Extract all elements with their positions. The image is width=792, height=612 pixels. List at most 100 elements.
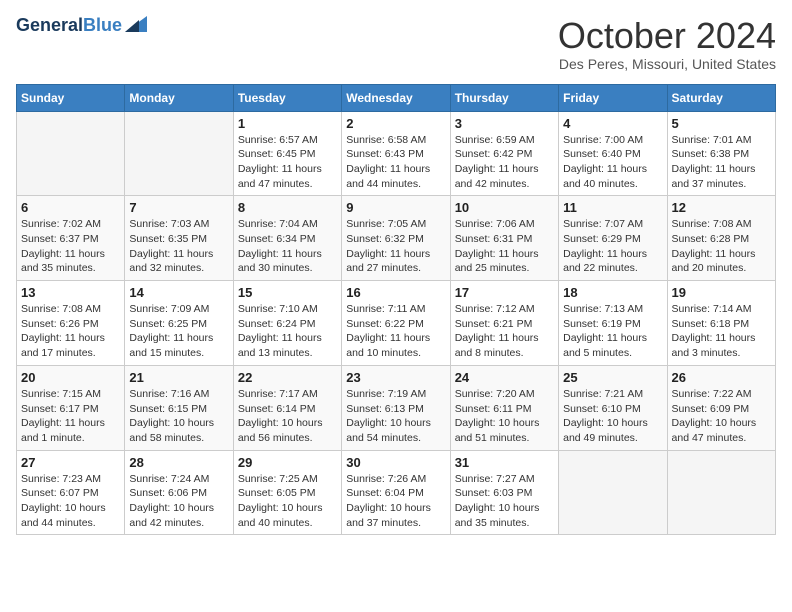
day-number: 7 [129,200,228,215]
calendar-week-3: 13Sunrise: 7:08 AMSunset: 6:26 PMDayligh… [17,281,776,366]
calendar-week-4: 20Sunrise: 7:15 AMSunset: 6:17 PMDayligh… [17,365,776,450]
sunrise-text: Sunrise: 7:20 AM [455,388,535,400]
sunset-text: Sunset: 6:40 PM [563,148,641,160]
sunset-text: Sunset: 6:25 PM [129,318,207,330]
weekday-header-saturday: Saturday [667,84,775,111]
daylight-text: Daylight: 11 hours and 42 minutes. [455,163,539,190]
sunset-text: Sunset: 6:43 PM [346,148,424,160]
sunrise-text: Sunrise: 7:14 AM [672,303,752,315]
daylight-text: Daylight: 11 hours and 20 minutes. [672,248,756,275]
day-info: Sunrise: 7:16 AMSunset: 6:15 PMDaylight:… [129,387,228,446]
day-info: Sunrise: 7:08 AMSunset: 6:28 PMDaylight:… [672,217,771,276]
daylight-text: Daylight: 11 hours and 10 minutes. [346,332,430,359]
sunrise-text: Sunrise: 7:15 AM [21,388,101,400]
calendar-cell: 16Sunrise: 7:11 AMSunset: 6:22 PMDayligh… [342,281,450,366]
calendar-cell: 31 Sunrise: 7:27 AMSunset: 6:03 PMDayligh… [450,450,558,535]
day-number: 21 [129,370,228,385]
calendar-cell: 8Sunrise: 7:04 AMSunset: 6:34 PMDaylight… [233,196,341,281]
day-info: Sunrise: 7:04 AMSunset: 6:34 PMDaylight:… [238,217,337,276]
day-number: 3 [455,116,554,131]
day-number: 19 [672,285,771,300]
title-block: October 2024 Des Peres, Missouri, United… [558,16,776,72]
sunrise-text: Sunrise: 7:13 AM [563,303,643,315]
location: Des Peres, Missouri, United States [558,56,776,72]
sunset-text: Sunset: 6:17 PM [21,403,99,415]
day-number: 4 [563,116,662,131]
day-info: Sunrise: 7:11 AMSunset: 6:22 PMDaylight:… [346,302,445,361]
day-info: Sunrise: 7:00 AMSunset: 6:40 PMDaylight:… [563,133,662,192]
sunset-text: Sunset: 6:26 PM [21,318,99,330]
month-title: October 2024 [558,16,776,56]
calendar-cell: 12Sunrise: 7:08 AMSunset: 6:28 PMDayligh… [667,196,775,281]
sunset-text: Sunset: 6:19 PM [563,318,641,330]
logo: GeneralBlue [16,16,147,36]
calendar-cell: 20Sunrise: 7:15 AMSunset: 6:17 PMDayligh… [17,365,125,450]
daylight-text: Daylight: 11 hours and 13 minutes. [238,332,322,359]
calendar-cell [125,111,233,196]
calendar-cell: 23Sunrise: 7:19 AMSunset: 6:13 PMDayligh… [342,365,450,450]
weekday-header-row: SundayMondayTuesdayWednesdayThursdayFrid… [17,84,776,111]
day-info: Sunrise: 7:06 AMSunset: 6:31 PMDaylight:… [455,217,554,276]
day-info: Sunrise: 7:02 AMSunset: 6:37 PMDaylight:… [21,217,120,276]
weekday-header-sunday: Sunday [17,84,125,111]
sunrise-text: Sunrise: 7:19 AM [346,388,426,400]
day-info: Sunrise: 7:27 AMSunset: 6:03 PMDaylight:… [455,472,554,531]
calendar-cell: 17Sunrise: 7:12 AMSunset: 6:21 PMDayligh… [450,281,558,366]
sunrise-text: Sunrise: 7:10 AM [238,303,318,315]
daylight-text: Daylight: 11 hours and 8 minutes. [455,332,539,359]
calendar-cell: 30Sunrise: 7:26 AMSunset: 6:04 PMDayligh… [342,450,450,535]
sunrise-text: Sunrise: 7:09 AM [129,303,209,315]
day-info: Sunrise: 7:20 AMSunset: 6:11 PMDaylight:… [455,387,554,446]
daylight-text: Daylight: 11 hours and 44 minutes. [346,163,430,190]
sunset-text: Sunset: 6:11 PM [455,403,532,415]
daylight-text: Daylight: 11 hours and 1 minute. [21,417,105,444]
day-number: 1 [238,116,337,131]
sunset-text: Sunset: 6:21 PM [455,318,533,330]
daylight-text: Daylight: 11 hours and 35 minutes. [21,248,105,275]
weekday-header-tuesday: Tuesday [233,84,341,111]
sunset-text: Sunset: 6:13 PM [346,403,424,415]
weekday-header-monday: Monday [125,84,233,111]
sunrise-text: Sunrise: 7:07 AM [563,218,643,230]
calendar-week-2: 6 Sunrise: 7:02 AMSunset: 6:37 PMDaylight… [17,196,776,281]
calendar-cell: 2Sunrise: 6:58 AMSunset: 6:43 PMDaylight… [342,111,450,196]
calendar-cell: 4 Sunrise: 7:00 AMSunset: 6:40 PMDaylight… [559,111,667,196]
calendar-cell: 21 Sunrise: 7:16 AMSunset: 6:15 PMDayligh… [125,365,233,450]
day-number: 6 [21,200,120,215]
day-number: 14 [129,285,228,300]
sunset-text: Sunset: 6:42 PM [455,148,533,160]
sunset-text: Sunset: 6:07 PM [21,487,99,499]
day-info: Sunrise: 6:58 AMSunset: 6:43 PMDaylight:… [346,133,445,192]
daylight-text: Daylight: 11 hours and 32 minutes. [129,248,213,275]
day-info: Sunrise: 7:14 AMSunset: 6:18 PMDaylight:… [672,302,771,361]
day-number: 31 [455,455,554,470]
day-number: 5 [672,116,771,131]
calendar-cell: 26Sunrise: 7:22 AMSunset: 6:09 PMDayligh… [667,365,775,450]
daylight-text: Daylight: 10 hours and 49 minutes. [563,417,648,444]
day-info: Sunrise: 7:10 AMSunset: 6:24 PMDaylight:… [238,302,337,361]
calendar-cell: 1Sunrise: 6:57 AMSunset: 6:45 PMDaylight… [233,111,341,196]
day-info: Sunrise: 7:25 AMSunset: 6:05 PMDaylight:… [238,472,337,531]
sunrise-text: Sunrise: 7:25 AM [238,473,318,485]
day-info: Sunrise: 7:01 AMSunset: 6:38 PMDaylight:… [672,133,771,192]
sunrise-text: Sunrise: 7:04 AM [238,218,318,230]
day-number: 27 [21,455,120,470]
daylight-text: Daylight: 11 hours and 5 minutes. [563,332,647,359]
day-number: 15 [238,285,337,300]
sunrise-text: Sunrise: 7:12 AM [455,303,535,315]
sunrise-text: Sunrise: 7:01 AM [672,134,752,146]
day-info: Sunrise: 7:22 AMSunset: 6:09 PMDaylight:… [672,387,771,446]
sunset-text: Sunset: 6:06 PM [129,487,207,499]
day-info: Sunrise: 7:26 AMSunset: 6:04 PMDaylight:… [346,472,445,531]
calendar-cell: 6 Sunrise: 7:02 AMSunset: 6:37 PMDaylight… [17,196,125,281]
day-info: Sunrise: 7:12 AM Sunset: 6:21 PM Daylight:… [455,302,554,361]
sunrise-text: Sunrise: 7:08 AM [672,218,752,230]
daylight-text: Daylight: 11 hours and 47 minutes. [238,163,322,190]
calendar-cell: 18Sunrise: 7:13 AMSunset: 6:19 PMDayligh… [559,281,667,366]
sunrise-text: Sunrise: 7:16 AM [129,388,209,400]
calendar-cell: 22Sunrise: 7:17 AMSunset: 6:14 PMDayligh… [233,365,341,450]
sunset-text: Sunset: 6:37 PM [21,233,99,245]
day-info: Sunrise: 7:05 AMSunset: 6:32 PMDaylight:… [346,217,445,276]
day-info: Sunrise: 7:15 AM Sunset: 6:17 PM Daylight:… [21,387,120,446]
calendar-cell: 15 Sunrise: 7:10 AMSunset: 6:24 PMDayligh… [233,281,341,366]
